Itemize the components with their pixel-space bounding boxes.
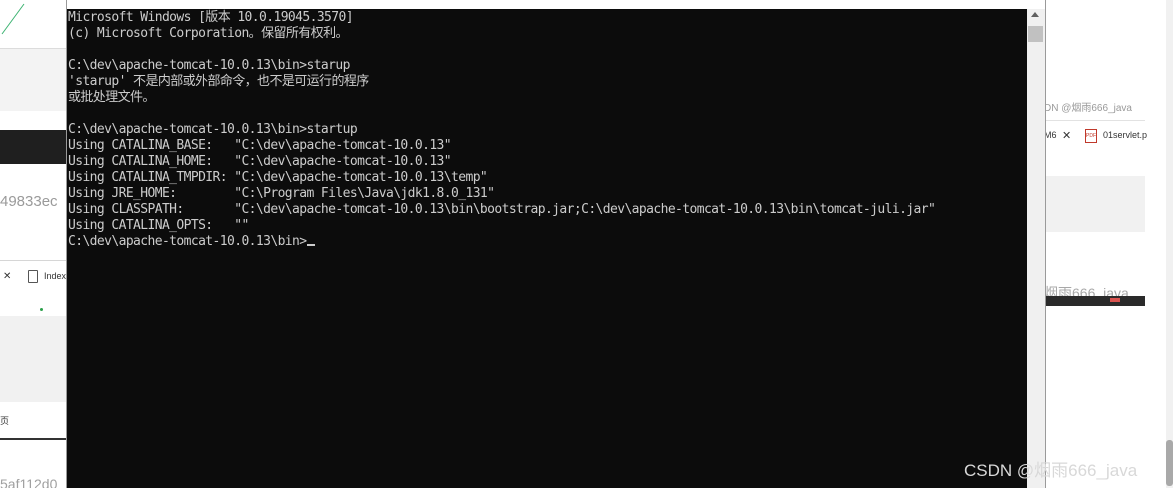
background-gray-block	[1044, 176, 1145, 232]
console-line: Microsoft Windows [版本 10.0.19045.3570]	[68, 10, 354, 25]
background-tabs: M6 ✕ PDF 01servlet.p	[1044, 126, 1148, 146]
window-titlebar[interactable]	[67, 0, 1045, 9]
document-icon	[28, 270, 38, 283]
console-output[interactable]: Microsoft Windows [版本 10.0.19045.3570] (c…	[67, 9, 1027, 488]
console-line: Using CLASSPATH: "C:\dev\apache-tomcat-1…	[68, 202, 936, 217]
console-line: Using CATALINA_OPTS: ""	[68, 218, 249, 233]
console-text: Microsoft Windows [版本 10.0.19045.3570] (c…	[68, 10, 936, 250]
scroll-up-arrow-icon[interactable]	[1031, 12, 1039, 17]
background-divider	[1044, 120, 1145, 121]
desktop-screenshot: 49833ec ✕ Index 页 5af112d0 DN @烟雨666_jav…	[0, 0, 1173, 488]
console-prompt: C:\dev\apache-tomcat-10.0.13\bin>	[68, 234, 307, 249]
console-line: Using JRE_HOME: "C:\Program Files\Java\j…	[68, 186, 495, 201]
background-dark-bar	[0, 130, 67, 164]
background-chart-line	[1, 3, 25, 35]
background-hash-bottom: 5af112d0	[0, 476, 58, 488]
background-panel	[0, 48, 67, 111]
console-line: C:\dev\apache-tomcat-10.0.13\bin>startup	[68, 122, 358, 137]
pdf-icon: PDF	[1085, 129, 1097, 143]
console-line: Using CATALINA_HOME: "C:\dev\apache-tomc…	[68, 154, 452, 169]
background-divider	[0, 260, 67, 261]
console-line: Using CATALINA_TMPDIR: "C:\dev\apache-to…	[68, 170, 488, 185]
watermark: CSDN @烟雨666_java	[964, 461, 1138, 480]
text-cursor	[307, 244, 316, 246]
background-window-right: DN @烟雨666_java M6 ✕ PDF 01servlet.p 烟雨66…	[1044, 0, 1173, 488]
background-chart-fragment	[0, 0, 67, 48]
console-scrollbar[interactable]	[1027, 9, 1044, 488]
console-line: 'starup' 不是内部或外部命令，也不是可运行的程序	[68, 74, 369, 89]
console-line: C:\dev\apache-tomcat-10.0.13\bin>starup	[68, 58, 350, 73]
background-divider-bottom	[0, 438, 67, 440]
background-tab-label: Index	[44, 271, 67, 281]
command-prompt-window[interactable]: Microsoft Windows [版本 10.0.19045.3570] (c…	[66, 0, 1046, 488]
background-scrollbar-thumb[interactable]	[1166, 440, 1173, 486]
console-prompt-line[interactable]: C:\dev\apache-tomcat-10.0.13\bin>	[68, 234, 935, 250]
background-scrollbar[interactable]	[1166, 0, 1173, 488]
console-line: 或批处理文件。	[68, 90, 155, 105]
close-icon: ✕	[3, 271, 12, 282]
background-small-text: 页	[0, 417, 10, 427]
console-line: (c) Microsoft Corporation。保留所有权利。	[68, 26, 348, 41]
close-icon: ✕	[1062, 130, 1072, 142]
background-hash-text: 49833ec	[0, 193, 58, 210]
background-tab-file: 01servlet.p	[1103, 130, 1148, 140]
background-gray-block	[0, 316, 67, 402]
background-tab: ✕ Index	[0, 266, 67, 288]
scrollbar-thumb[interactable]	[1028, 26, 1043, 42]
background-dark-bar	[1044, 296, 1145, 306]
background-username-top: DN @烟雨666_java	[1044, 103, 1132, 114]
background-red-mark	[1110, 298, 1120, 302]
console-line: Using CATALINA_BASE: "C:\dev\apache-tomc…	[68, 138, 452, 153]
background-window-left: 49833ec ✕ Index 页 5af112d0	[0, 0, 67, 488]
